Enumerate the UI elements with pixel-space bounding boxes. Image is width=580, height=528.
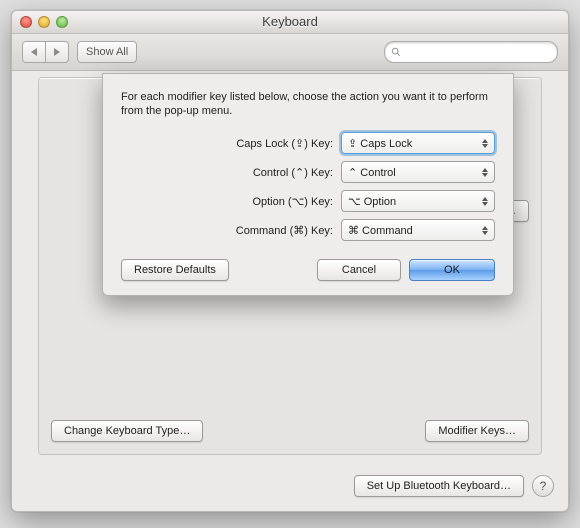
modifier-row-label: Control (⌃) Key: — [121, 166, 333, 179]
preferences-window: Keyboard Show All Input Sources… Change … — [11, 10, 569, 512]
modifier-popup-value: ⌥ Option — [348, 195, 396, 208]
zoom-icon[interactable] — [56, 16, 68, 28]
popup-arrows-icon — [478, 193, 492, 209]
minimize-icon[interactable] — [38, 16, 50, 28]
cancel-button[interactable]: Cancel — [317, 259, 401, 281]
modifier-popup[interactable]: ⇪ Caps Lock — [341, 132, 495, 154]
modifier-popup-value: ⇪ Caps Lock — [348, 137, 412, 150]
change-keyboard-type-button[interactable]: Change Keyboard Type… — [51, 420, 203, 442]
nav-segment — [22, 41, 69, 63]
search-field[interactable] — [405, 45, 551, 59]
modifier-row-label: Option (⌥) Key: — [121, 195, 333, 208]
sheet-actions: Restore Defaults Cancel OK — [121, 259, 495, 281]
search-input[interactable] — [384, 41, 558, 63]
modifier-keys-label: Modifier Keys… — [438, 425, 516, 437]
show-all-label: Show All — [86, 46, 128, 58]
modifier-popup[interactable]: ⌥ Option — [341, 190, 495, 212]
modifier-keys-button[interactable]: Modifier Keys… — [425, 420, 529, 442]
modifier-rows: Caps Lock (⇪) Key: ⇪ Caps Lock Control (⌃)… — [121, 132, 495, 241]
show-all-button[interactable]: Show All — [77, 41, 137, 63]
bluetooth-keyboard-label: Set Up Bluetooth Keyboard… — [367, 480, 511, 492]
window-footer: Set Up Bluetooth Keyboard… ? — [354, 475, 554, 497]
modifier-keys-sheet: For each modifier key listed below, choo… — [102, 73, 514, 296]
sheet-description: For each modifier key listed below, choo… — [121, 90, 495, 118]
titlebar[interactable]: Keyboard — [12, 11, 568, 34]
restore-defaults-label: Restore Defaults — [134, 264, 216, 276]
chevron-right-icon — [54, 48, 60, 56]
ok-label: OK — [444, 264, 460, 276]
modifier-popup-value: ⌃ Control — [348, 166, 396, 179]
modifier-row-label: Command (⌘) Key: — [121, 224, 333, 237]
cancel-label: Cancel — [342, 264, 376, 276]
modifier-row: Control (⌃) Key: ⌃ Control — [121, 161, 495, 183]
traffic-lights — [20, 16, 68, 28]
modifier-popup-value: ⌘ Command — [348, 224, 413, 237]
modifier-popup[interactable]: ⌃ Control — [341, 161, 495, 183]
popup-arrows-icon — [478, 135, 492, 151]
window-title: Keyboard — [262, 14, 318, 29]
modifier-row-label: Caps Lock (⇪) Key: — [121, 137, 333, 150]
search-icon — [391, 46, 401, 58]
restore-defaults-button[interactable]: Restore Defaults — [121, 259, 229, 281]
change-keyboard-type-label: Change Keyboard Type… — [64, 425, 190, 437]
back-button[interactable] — [22, 41, 46, 63]
bluetooth-keyboard-button[interactable]: Set Up Bluetooth Keyboard… — [354, 475, 524, 497]
help-button[interactable]: ? — [532, 475, 554, 497]
modifier-row: Command (⌘) Key: ⌘ Command — [121, 219, 495, 241]
help-icon: ? — [540, 479, 547, 493]
forward-button[interactable] — [46, 41, 69, 63]
popup-arrows-icon — [478, 164, 492, 180]
modifier-popup[interactable]: ⌘ Command — [341, 219, 495, 241]
popup-arrows-icon — [478, 222, 492, 238]
modifier-row: Caps Lock (⇪) Key: ⇪ Caps Lock — [121, 132, 495, 154]
chevron-left-icon — [31, 48, 37, 56]
close-icon[interactable] — [20, 16, 32, 28]
ok-button[interactable]: OK — [409, 259, 495, 281]
toolbar: Show All — [12, 34, 568, 71]
modifier-row: Option (⌥) Key: ⌥ Option — [121, 190, 495, 212]
